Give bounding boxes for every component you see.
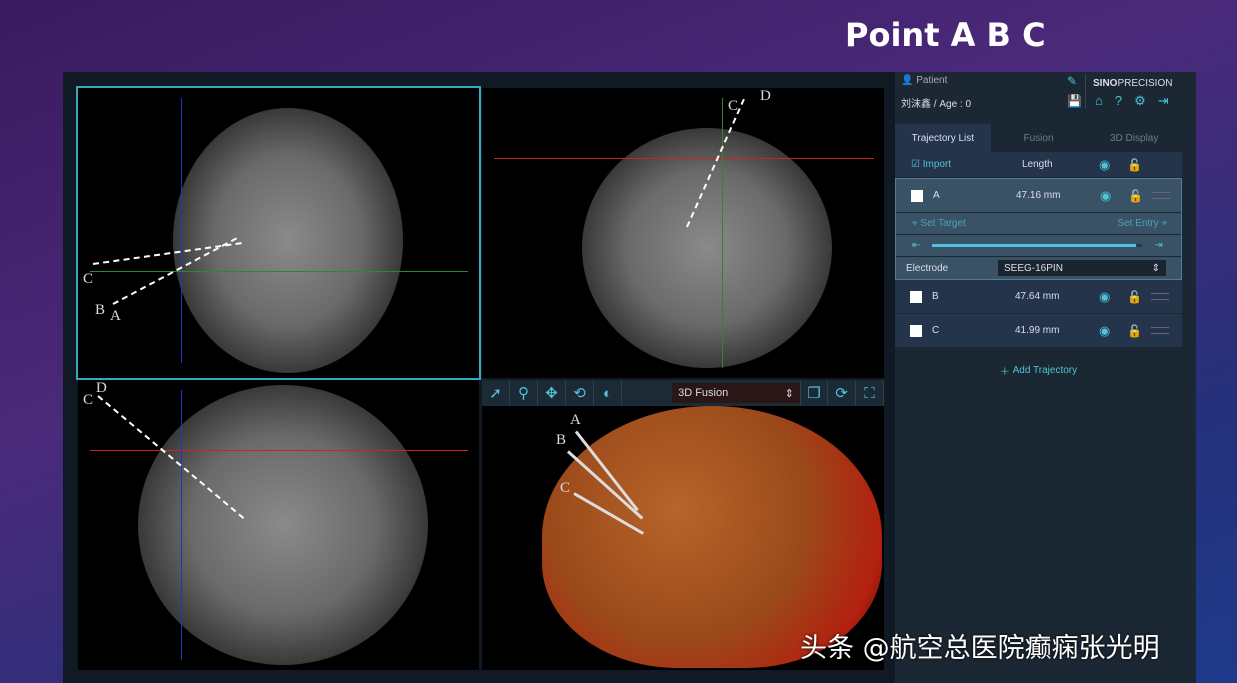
import-button[interactable]: ☑ Import bbox=[911, 159, 951, 170]
brand-bold: SINO bbox=[1093, 78, 1117, 89]
unlock-icon[interactable]: 🔓 bbox=[1127, 158, 1142, 172]
drag-handle-icon[interactable] bbox=[1151, 327, 1169, 334]
reset-icon[interactable]: ⟳ bbox=[828, 380, 856, 406]
save-icon[interactable]: 💾 bbox=[1067, 94, 1082, 108]
trajectory-row-c[interactable]: C 41.99 mm ◉ 🔓 bbox=[895, 314, 1182, 348]
side-panel: 👤 Patient 刘沫鑫 / Age : 0 ✎ 💾 SINOPRECISIO… bbox=[895, 72, 1196, 683]
pan-icon[interactable]: ✥ bbox=[538, 380, 566, 406]
depth-slider[interactable] bbox=[932, 244, 1142, 247]
sagittal-viewport[interactable]: C D bbox=[482, 88, 884, 378]
zoom-icon[interactable]: ⚲ bbox=[510, 380, 538, 406]
app-window: C B A C D D C ➚ ⚲ ✥ ⟲ ◐ 3D Fusion⇕ ❐ ⟳ ⛶… bbox=[63, 72, 1196, 683]
patient-info: 刘沫鑫 / Age : 0 bbox=[901, 95, 971, 110]
trajectory-length: 47.16 mm bbox=[1016, 190, 1060, 201]
view-mode-value: 3D Fusion bbox=[678, 387, 728, 399]
go-start-icon[interactable]: ⇤ bbox=[912, 240, 920, 251]
label-d: D bbox=[760, 88, 771, 105]
patient-icon: 👤 bbox=[901, 75, 913, 86]
trajectory-name: A bbox=[933, 190, 940, 201]
pointer-icon[interactable]: ➚ bbox=[482, 380, 510, 406]
tab-fusion[interactable]: Fusion bbox=[991, 124, 1087, 152]
label-a: A bbox=[570, 412, 581, 429]
electrode-label: Electrode bbox=[906, 263, 948, 274]
panel-tabs: Trajectory List Fusion 3D Display bbox=[895, 124, 1182, 152]
logout-icon[interactable]: ⇥ bbox=[1158, 93, 1169, 109]
rotate-icon[interactable]: ⟲ bbox=[566, 380, 594, 406]
fullscreen-icon[interactable]: ⛶ bbox=[856, 380, 884, 406]
trajectory-list: ☑ Import Length ◉ 🔓 A 47.16 mm ◉ 🔓 ⌖ Set T… bbox=[895, 152, 1182, 392]
label-b: B bbox=[95, 302, 105, 319]
electrode-select[interactable]: SEEG-16PIN⇕ bbox=[998, 260, 1166, 276]
checkbox[interactable] bbox=[911, 190, 923, 202]
trajectory-length: 47.64 mm bbox=[1015, 291, 1059, 302]
contrast-icon[interactable]: ◐ bbox=[594, 380, 622, 406]
add-trajectory-button[interactable]: ＋ Add Trajectory bbox=[895, 348, 1182, 392]
set-target-button[interactable]: ⌖ Set Target bbox=[912, 218, 966, 229]
watermark: 头条 @航空总医院癫痫张光明 bbox=[800, 626, 1160, 665]
settings-icon[interactable]: ⚙ bbox=[1134, 93, 1146, 109]
coronal-viewport[interactable]: D C bbox=[78, 380, 479, 670]
label-d: D bbox=[96, 380, 107, 397]
axial-viewport[interactable]: C B A bbox=[78, 88, 479, 378]
unlock-icon[interactable]: 🔓 bbox=[1127, 290, 1142, 304]
tab-3d-display[interactable]: 3D Display bbox=[1086, 124, 1182, 152]
label-c: C bbox=[83, 392, 93, 409]
trajectory-name: B bbox=[932, 291, 939, 302]
tab-trajectory-list[interactable]: Trajectory List bbox=[895, 124, 991, 152]
slide-title: Point A B C bbox=[845, 16, 1046, 54]
set-entry-button[interactable]: Set Entry ⌖ bbox=[1117, 218, 1167, 229]
unlock-icon[interactable]: 🔓 bbox=[1128, 189, 1143, 203]
eye-icon[interactable]: ◉ bbox=[1099, 157, 1110, 173]
home-icon[interactable]: ⌂ bbox=[1095, 93, 1103, 109]
checkbox[interactable] bbox=[910, 325, 922, 337]
electrode-value: SEEG-16PIN bbox=[1004, 263, 1063, 274]
eye-icon[interactable]: ◉ bbox=[1099, 323, 1110, 339]
eye-icon[interactable]: ◉ bbox=[1099, 289, 1110, 305]
eye-icon[interactable]: ◉ bbox=[1100, 188, 1111, 204]
brand-rest: PRECISION bbox=[1117, 78, 1172, 89]
import-label: Import bbox=[923, 159, 951, 170]
label-c: C bbox=[560, 480, 570, 497]
patient-label: Patient bbox=[916, 75, 947, 86]
trajectory-name: C bbox=[932, 325, 939, 336]
drag-handle-icon[interactable] bbox=[1152, 192, 1170, 199]
label-b: B bbox=[556, 432, 566, 449]
go-end-icon[interactable]: ⇥ bbox=[1154, 240, 1162, 251]
set-target-label: Set Target bbox=[920, 218, 965, 229]
layers-icon[interactable]: ❐ bbox=[800, 380, 828, 406]
unlock-icon[interactable]: 🔓 bbox=[1127, 324, 1142, 338]
label-c: C bbox=[83, 271, 93, 288]
trajectory-length: 41.99 mm bbox=[1015, 325, 1059, 336]
edit-icon[interactable]: ✎ bbox=[1067, 74, 1077, 88]
drag-handle-icon[interactable] bbox=[1151, 293, 1169, 300]
add-trajectory-label: Add Trajectory bbox=[1013, 365, 1077, 376]
label-c: C bbox=[728, 98, 738, 115]
set-entry-label: Set Entry bbox=[1117, 218, 1158, 229]
view-mode-select[interactable]: 3D Fusion⇕ bbox=[672, 383, 800, 403]
length-header: Length bbox=[1022, 159, 1053, 170]
help-icon[interactable]: ? bbox=[1115, 93, 1122, 109]
label-a: A bbox=[110, 308, 121, 325]
trajectory-row-b[interactable]: B 47.64 mm ◉ 🔓 bbox=[895, 280, 1182, 314]
trajectory-row-a[interactable]: A 47.16 mm ◉ 🔓 bbox=[896, 179, 1181, 213]
checkbox[interactable] bbox=[910, 291, 922, 303]
3d-toolbar: ➚ ⚲ ✥ ⟲ ◐ 3D Fusion⇕ ❐ ⟳ ⛶ bbox=[482, 380, 884, 406]
